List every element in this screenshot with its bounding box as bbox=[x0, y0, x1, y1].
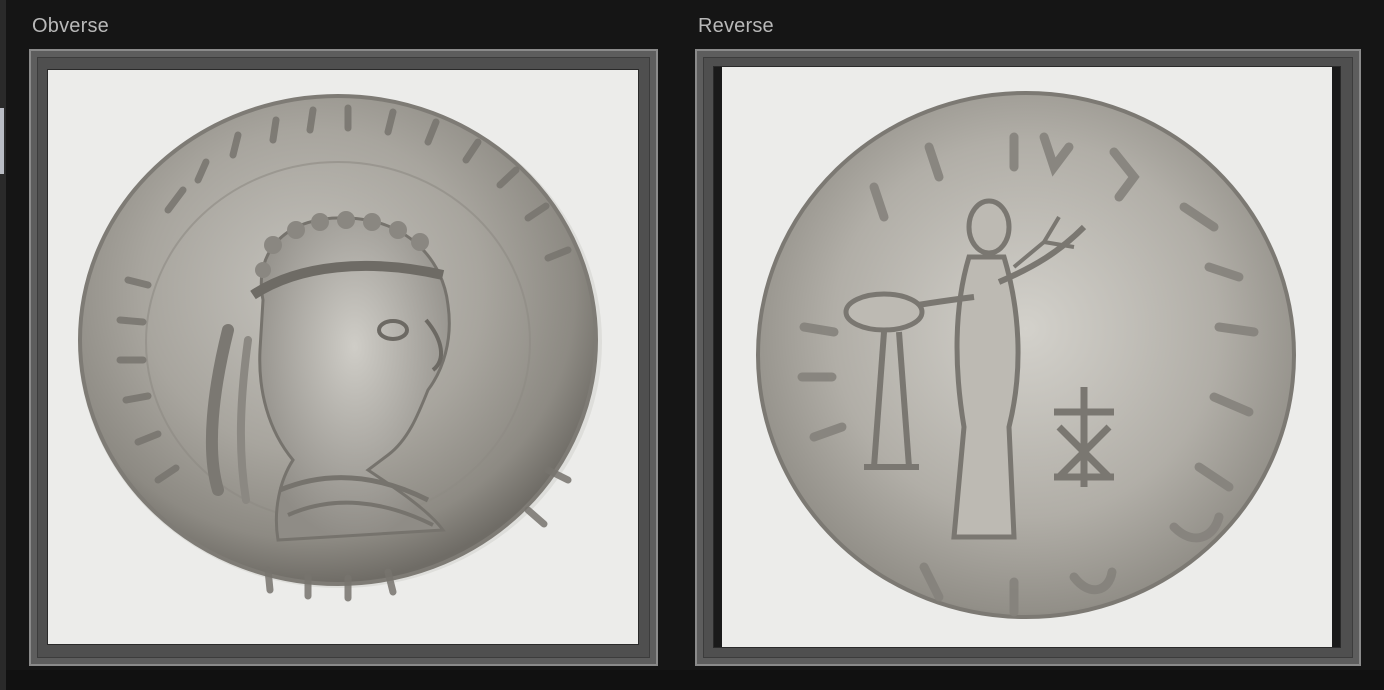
window-edge bbox=[0, 0, 6, 690]
reverse-coin-illustration bbox=[714, 67, 1340, 647]
obverse-label: Obverse bbox=[32, 15, 109, 37]
obverse-image[interactable] bbox=[48, 70, 638, 644]
reverse-image[interactable] bbox=[714, 67, 1340, 647]
obverse-coin-illustration bbox=[78, 94, 602, 602]
reverse-label: Reverse bbox=[698, 15, 774, 37]
window-edge-tab bbox=[0, 108, 4, 174]
bottom-bar bbox=[6, 670, 1384, 690]
